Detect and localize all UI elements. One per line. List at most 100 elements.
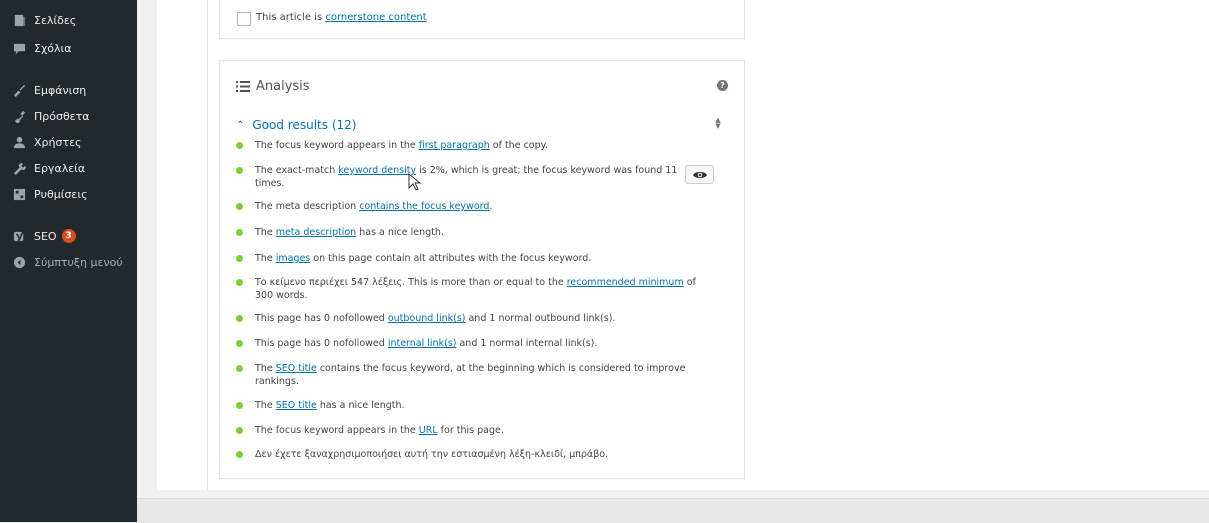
analysis-header: Analysis xyxy=(236,79,310,94)
analysis-box: Analysis ? ⌃ Good results (12) ▲ ▼ The fo… xyxy=(219,60,745,479)
result-text-pre: This page has 0 nofollowed xyxy=(255,338,388,349)
sidebar-item-settings[interactable]: Ρυθμίσεις xyxy=(12,184,88,204)
result-text: The SEO title contains the focus keyword… xyxy=(255,362,703,388)
sidebar-item-pages[interactable]: Σελίδες xyxy=(12,10,76,30)
result-item: The meta description contains the focus … xyxy=(236,200,703,213)
result-text-pre: The xyxy=(255,227,276,238)
result-text: Δεν έχετε ξαναχρησιμοποιήσει αυτή την εσ… xyxy=(255,448,703,461)
settings-icon xyxy=(12,187,26,201)
good-bullet-icon xyxy=(236,167,243,174)
good-bullet-icon xyxy=(236,279,243,286)
sidebar-item-label: Σύμπτυξη μενού xyxy=(34,255,123,269)
cornerstone-checkbox[interactable] xyxy=(237,12,251,26)
good-bullet-icon xyxy=(236,142,243,149)
eye-icon xyxy=(692,171,707,178)
result-link[interactable]: internal link(s) xyxy=(388,338,457,349)
cornerstone-label: This article is cornerstone content xyxy=(256,12,427,23)
result-item: The meta description has a nice length. xyxy=(236,226,703,239)
result-link[interactable]: first paragraph xyxy=(419,140,490,151)
sidebar-item-label: Εμφάνιση xyxy=(34,83,87,97)
result-link[interactable]: meta description xyxy=(276,227,357,238)
sidebar-item-users[interactable]: Χρήστες xyxy=(12,132,82,152)
good-bullet-icon xyxy=(236,402,243,409)
yoast-icon xyxy=(12,229,26,243)
result-link[interactable]: URL xyxy=(419,425,438,436)
result-text-pre: This page has 0 nofollowed xyxy=(255,313,388,324)
result-link[interactable]: SEO title xyxy=(276,363,317,374)
result-text-post: . xyxy=(489,201,493,212)
sidebar-item-label: Σχόλια xyxy=(34,41,72,55)
tools-icon xyxy=(12,161,26,175)
good-results-label: Good results (12) xyxy=(252,118,357,132)
good-bullet-icon xyxy=(236,340,243,347)
good-results-toggle[interactable]: ⌃ Good results (12) xyxy=(236,118,356,132)
result-text-pre: Δεν έχετε ξαναχρησιμοποιήσει αυτή την εσ… xyxy=(255,449,609,460)
result-text: The meta description has a nice length. xyxy=(255,226,703,239)
sort-icon[interactable]: ▲ ▼ xyxy=(714,117,722,131)
result-item: This page has 0 nofollowed internal link… xyxy=(236,337,703,350)
comments-icon xyxy=(12,41,26,55)
result-text: The focus keyword appears in the first p… xyxy=(255,139,703,152)
sidebar-item-tools[interactable]: Εργαλεία xyxy=(12,158,85,178)
result-text-post: on this page contain alt attributes with… xyxy=(310,253,592,264)
result-item: The exact-match keyword density is 2%, w… xyxy=(236,164,703,190)
result-text: The meta description contains the focus … xyxy=(255,200,703,213)
result-link[interactable]: SEO title xyxy=(276,400,317,411)
sidebar-item-comments[interactable]: Σχόλια xyxy=(12,38,72,58)
sidebar-item-label: Εργαλεία xyxy=(34,161,86,175)
result-text-pre: The focus keyword appears in the xyxy=(255,425,419,436)
result-text-post: and 1 normal internal link(s). xyxy=(456,338,598,349)
result-link[interactable]: outbound link(s) xyxy=(388,313,466,324)
result-text-pre: Το κείμενο περιέχει 547 λέξεις. This is … xyxy=(255,277,567,288)
mouse-cursor-icon xyxy=(408,173,422,191)
chevron-up-icon: ⌃ xyxy=(236,119,245,131)
sidebar-item-plugins[interactable]: Πρόσθετα xyxy=(12,106,90,126)
result-link[interactable]: keyword density xyxy=(338,165,416,176)
result-text-pre: The exact-match xyxy=(255,165,339,176)
divider xyxy=(207,0,208,490)
result-text: The exact-match keyword density is 2%, w… xyxy=(255,164,703,190)
cornerstone-text: This article is xyxy=(256,12,326,23)
sidebar-item-seo[interactable]: SEO 3 xyxy=(12,226,76,246)
cornerstone-link[interactable]: cornerstone content xyxy=(325,12,426,23)
result-text-pre: The focus keyword appears in the xyxy=(255,140,419,151)
cornerstone-box: This article is cornerstone content xyxy=(219,0,745,39)
plugins-icon xyxy=(12,109,26,123)
result-text: This page has 0 nofollowed internal link… xyxy=(255,337,703,350)
sidebar-item-label: Χρήστες xyxy=(34,135,82,149)
result-link[interactable]: contains the focus keyword xyxy=(359,201,489,212)
result-link[interactable]: images xyxy=(276,253,311,264)
notification-badge: 3 xyxy=(61,229,76,243)
appearance-icon xyxy=(12,83,26,97)
result-text: Το κείμενο περιέχει 547 λέξεις. This is … xyxy=(255,276,703,302)
result-item: The SEO title contains the focus keyword… xyxy=(236,362,703,388)
result-text-post: has a nice length. xyxy=(356,227,444,238)
result-text-post: and 1 normal outbound link(s). xyxy=(465,313,616,324)
result-item: Δεν έχετε ξαναχρησιμοποιήσει αυτή την εσ… xyxy=(236,448,703,461)
sidebar-item-label: Ρυθμίσεις xyxy=(34,187,88,201)
good-bullet-icon xyxy=(236,229,243,236)
result-text-pre: The xyxy=(255,253,276,264)
result-item: The SEO title has a nice length. xyxy=(236,399,703,412)
result-text: The SEO title has a nice length. xyxy=(255,399,703,412)
result-text: This page has 0 nofollowed outbound link… xyxy=(255,312,703,325)
highlight-eye-button[interactable] xyxy=(685,165,714,184)
sidebar-item-label: SEO xyxy=(34,229,57,243)
pages-icon xyxy=(12,13,26,27)
good-bullet-icon xyxy=(236,365,243,372)
collapse-menu-button[interactable]: Σύμπτυξη μενού xyxy=(12,252,123,272)
admin-sidebar: Σελίδες Σχόλια Εμφάνιση Πρόσθετα Χρήστες… xyxy=(0,0,137,522)
result-item: Το κείμενο περιέχει 547 λέξεις. This is … xyxy=(236,276,703,302)
help-icon[interactable]: ? xyxy=(717,80,728,91)
list-icon xyxy=(236,81,250,92)
users-icon xyxy=(12,135,26,149)
collapse-icon xyxy=(12,255,26,269)
sidebar-item-appearance[interactable]: Εμφάνιση xyxy=(12,80,86,100)
good-bullet-icon xyxy=(236,451,243,458)
result-link[interactable]: recommended minimum xyxy=(567,277,684,288)
sidebar-item-label: Σελίδες xyxy=(34,13,77,27)
analysis-title: Analysis xyxy=(256,79,310,94)
good-bullet-icon xyxy=(236,315,243,322)
result-text-post: for this page. xyxy=(437,425,504,436)
footer-bar xyxy=(137,498,1209,523)
